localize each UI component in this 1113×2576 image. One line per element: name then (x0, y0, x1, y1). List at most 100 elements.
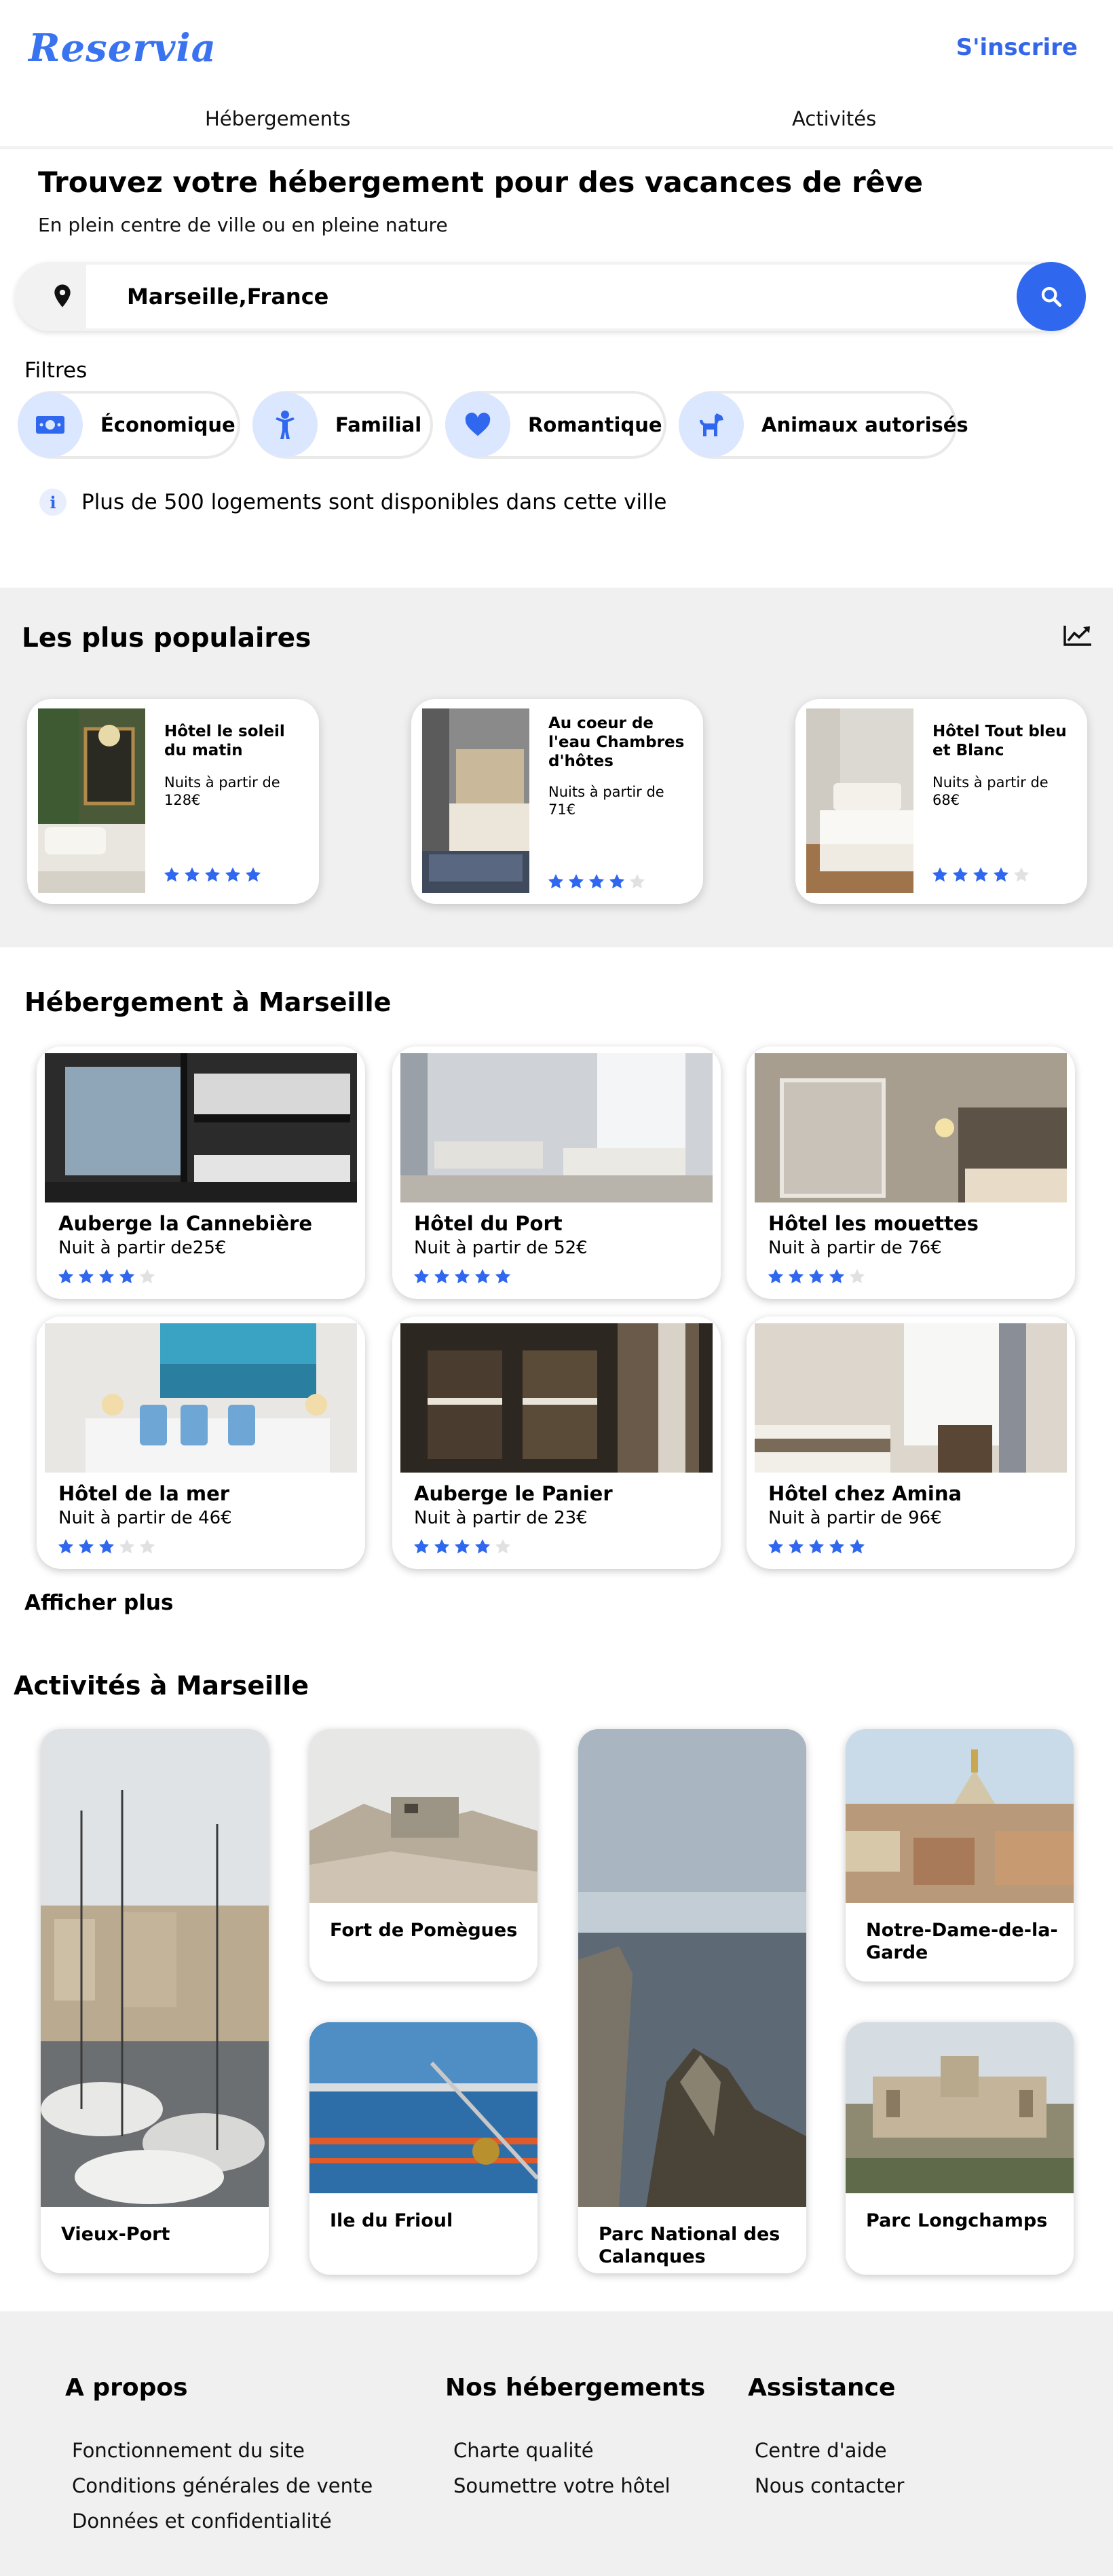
hotel-name: Hôtel du Port (414, 1212, 563, 1235)
footer-link[interactable]: Soumettre votre hôtel (453, 2474, 671, 2497)
star-filled-icon (78, 1268, 94, 1284)
star-filled-icon (119, 1268, 135, 1284)
footer-link[interactable]: Conditions générales de vente (72, 2474, 373, 2497)
section-title: Hébergement à Marseille (24, 987, 392, 1017)
activity-card[interactable]: Parc Longchamps (846, 2022, 1074, 2275)
dog-icon (679, 392, 744, 457)
hotel-price: Nuits à partir de 71€ (548, 784, 664, 818)
site-header: Reservia S'inscrire Hébergements Activit… (0, 0, 1113, 149)
money-icon (18, 392, 83, 457)
activity-photo (309, 2022, 537, 2193)
page-title: Trouvez votre hébergement pour des vacan… (38, 166, 924, 199)
search-bar (15, 262, 1086, 331)
hotel-name: Au coeur de l'eau Chambres d'hôtes (548, 715, 685, 770)
activity-photo (846, 2022, 1074, 2193)
hotel-name: Hôtel de la mer (58, 1482, 230, 1505)
rating-stars (163, 866, 262, 884)
hotel-photo (400, 1053, 713, 1202)
search-button[interactable] (1017, 262, 1086, 331)
star-filled-icon (788, 1268, 804, 1284)
hotel-photo (38, 708, 145, 893)
rating-stars (413, 1538, 512, 1555)
activity-card[interactable]: Vieux-Port (41, 1729, 269, 2273)
site-footer: A propos Fonctionnement du site Conditio… (0, 2311, 1113, 2576)
rating-stars (767, 1538, 866, 1555)
accommodation-card[interactable]: Hôtel les mouettes Nuit à partir de 76€ (747, 1046, 1075, 1299)
star-filled-icon (849, 1538, 865, 1554)
popular-card[interactable]: Au coeur de l'eau Chambres d'hôtes Nuits… (411, 699, 703, 904)
show-more-link[interactable]: Afficher plus (24, 1591, 173, 1615)
hotel-photo (45, 1323, 357, 1473)
hotel-price: Nuit à partir de 23€ (414, 1508, 588, 1528)
rating-stars (413, 1268, 512, 1285)
filter-label: Familial (335, 413, 422, 436)
hotel-photo (400, 1323, 713, 1473)
heart-icon (445, 392, 510, 457)
star-filled-icon (609, 873, 625, 889)
filter-romantique[interactable]: Romantique (445, 391, 666, 459)
star-filled-icon (245, 867, 261, 882)
star-filled-icon (474, 1268, 491, 1284)
logo[interactable]: Reservia (29, 26, 216, 71)
star-filled-icon (434, 1268, 450, 1284)
tab-accommodations[interactable]: Hébergements (205, 107, 351, 130)
star-filled-icon (548, 873, 564, 889)
star-filled-icon (413, 1268, 430, 1284)
star-filled-icon (588, 873, 605, 889)
star-filled-icon (808, 1538, 825, 1554)
hotel-price: Nuit à partir de 96€ (768, 1508, 942, 1528)
tab-activities[interactable]: Activités (792, 107, 876, 130)
accommodation-card[interactable]: Auberge le Panier Nuit à partir de 23€ (392, 1317, 721, 1569)
hotel-name: Hôtel les mouettes (768, 1212, 979, 1235)
star-empty-icon (495, 1538, 511, 1554)
trending-icon[interactable] (1063, 623, 1093, 647)
star-empty-icon (1013, 867, 1030, 882)
activity-card[interactable]: Parc National des Calanques (578, 1729, 806, 2273)
accommodation-card[interactable]: Hôtel de la mer Nuit à partir de 46€ (37, 1317, 365, 1569)
footer-link[interactable]: Charte qualité (453, 2439, 594, 2462)
star-filled-icon (993, 867, 1009, 882)
accommodation-card[interactable]: Hôtel chez Amina Nuit à partir de 96€ (747, 1317, 1075, 1569)
star-filled-icon (829, 1538, 845, 1554)
star-filled-icon (568, 873, 584, 889)
star-empty-icon (139, 1538, 155, 1554)
star-empty-icon (119, 1538, 135, 1554)
hotel-name: Auberge la Cannebière (58, 1212, 313, 1235)
activity-photo (846, 1729, 1074, 1903)
activity-card[interactable]: Notre-Dame-de-la-Garde (846, 1729, 1074, 1982)
activity-card[interactable]: Fort de Pomègues (309, 1729, 537, 1982)
star-filled-icon (768, 1538, 784, 1554)
activity-card[interactable]: Ile du Frioul (309, 2022, 537, 2275)
filter-familial[interactable]: Familial (252, 391, 433, 459)
footer-link[interactable]: Centre d'aide (755, 2439, 887, 2462)
star-filled-icon (434, 1538, 450, 1554)
popular-card[interactable]: Hôtel Tout bleu et Blanc Nuits à partir … (795, 699, 1087, 904)
rating-stars (57, 1538, 156, 1555)
star-filled-icon (58, 1268, 74, 1284)
filter-economique[interactable]: Économique (18, 391, 240, 459)
hotel-name: Hôtel chez Amina (768, 1482, 962, 1505)
popular-card[interactable]: Hôtel le soleil du matin Nuits à partir … (27, 699, 319, 904)
signup-link[interactable]: S'inscrire (956, 34, 1078, 61)
search-input[interactable] (86, 265, 1035, 328)
filter-label: Économique (100, 413, 235, 436)
hotel-photo (422, 708, 529, 893)
hotel-name: Hôtel Tout bleu et Blanc (932, 723, 1067, 759)
star-filled-icon (78, 1538, 94, 1554)
accommodation-card[interactable]: Auberge la Cannebière Nuit à partir de25… (37, 1046, 365, 1299)
footer-heading-about: A propos (65, 2374, 188, 2402)
rating-stars (57, 1268, 156, 1285)
filter-animaux-autorises[interactable]: Animaux autorisés (679, 391, 968, 459)
activity-name: Vieux-Port (61, 2224, 170, 2245)
star-filled-icon (973, 867, 989, 882)
footer-link[interactable]: Fonctionnement du site (72, 2439, 305, 2462)
star-filled-icon (98, 1268, 115, 1284)
accommodation-card[interactable]: Hôtel du Port Nuit à partir de 52€ (392, 1046, 721, 1299)
popular-section: Les plus populaires Hôtel le soleil du m… (0, 588, 1113, 947)
star-filled-icon (98, 1538, 115, 1554)
activity-name: Ile du Frioul (330, 2210, 453, 2231)
activity-name: Fort de Pomègues (330, 1920, 518, 1941)
activity-name: Parc National des Calanques (599, 2224, 780, 2267)
footer-link[interactable]: Données et confidentialité (72, 2509, 332, 2533)
footer-link[interactable]: Nous contacter (755, 2474, 904, 2497)
